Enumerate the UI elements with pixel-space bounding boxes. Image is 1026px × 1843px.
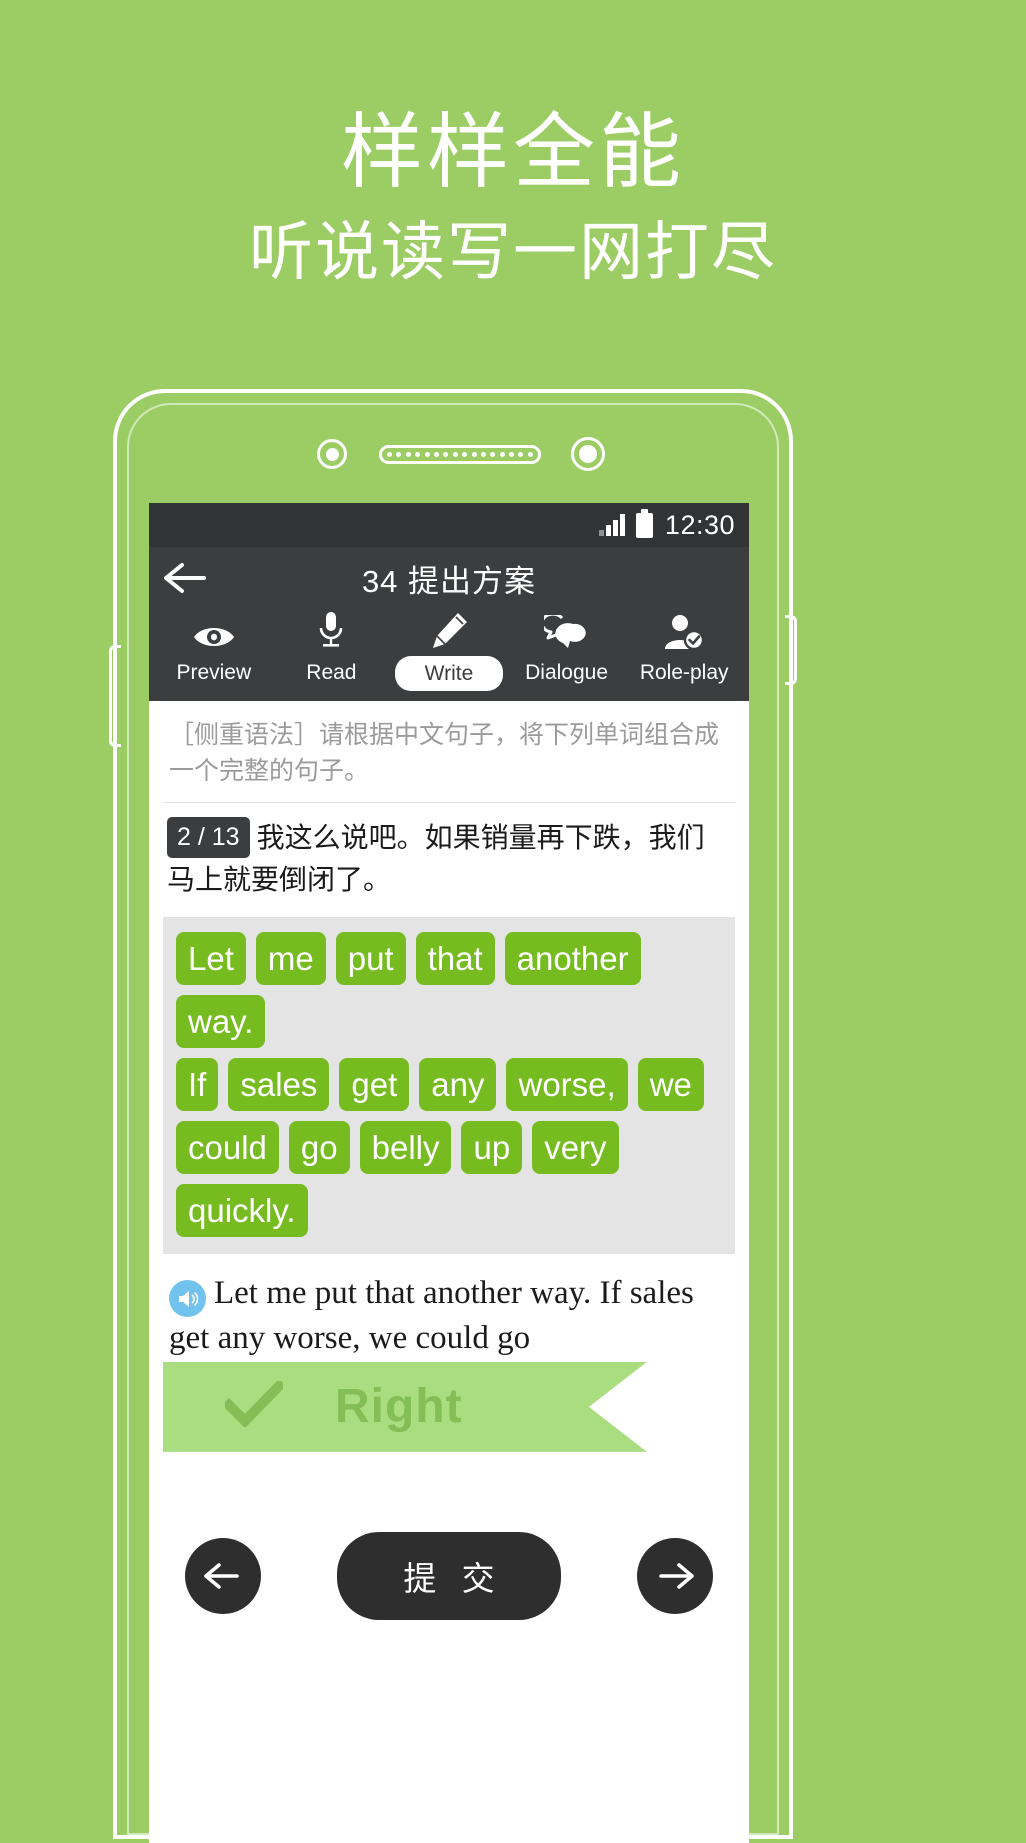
signal-bars-icon [598,514,625,536]
word-tile[interactable]: If [176,1057,219,1111]
word-tile-row: Let me put that another way. [171,927,727,1053]
word-tile[interactable]: very [532,1120,619,1174]
title-bar: 34 提出方案 [149,547,749,609]
status-bar-clock: 12:30 [664,509,735,540]
word-tile[interactable]: me [255,931,326,985]
word-tile[interactable]: that [415,931,495,985]
front-camera-icon [317,439,347,469]
word-tile[interactable]: quickly. [176,1183,308,1237]
question-index-badge: 2 / 13 [167,816,250,858]
word-tile[interactable]: get [339,1057,410,1111]
pencil-icon [429,609,469,651]
status-badge: Right [163,1361,647,1452]
mode-tabs: Preview Read Write Dialogue Role-play [149,609,749,701]
prev-question-button[interactable] [185,1537,261,1614]
back-arrow-icon[interactable] [163,556,207,600]
tab-write[interactable]: Write [390,609,508,691]
word-tile[interactable]: sales [228,1057,330,1111]
promo-title: 样样全能 [340,107,685,198]
word-tile[interactable]: put [335,931,406,985]
word-tile[interactable]: up [461,1120,523,1174]
question-row: 2 / 13 我这么说吧。如果销量再下跌，我们马上就要倒闭了。 [163,803,735,911]
tab-read-label: Read [306,661,357,684]
app-bar: 34 提出方案 Preview Read Write Dialogue Role… [149,547,749,701]
status-bar: 12:30 [149,503,749,547]
word-tile[interactable]: way. [176,994,266,1048]
exercise-content: ［侧重语法］请根据中文句子，将下列单词组合成一个完整的句子。 2 / 13 我这么… [149,701,749,1620]
tab-role-play-label: Role-play [639,661,729,684]
speaker-icon[interactable] [169,1280,206,1317]
instruction-text: ［侧重语法］请根据中文句子，将下列单词组合成一个完整的句子。 [163,701,735,803]
tab-dialogue[interactable]: Dialogue [508,609,626,691]
eye-icon [192,609,236,651]
word-tile[interactable]: belly [359,1120,452,1174]
tab-preview[interactable]: Preview [155,609,273,691]
check-icon [221,1379,287,1432]
promo-subtitle: 听说读写一网打尽 [249,216,777,288]
page-title: 34 提出方案 [361,563,537,599]
volume-button[interactable] [109,645,121,747]
arrow-left-icon [204,1563,239,1589]
tab-write-label: Write [394,656,504,691]
word-tile[interactable]: could [176,1120,279,1174]
tab-dialogue-label: Dialogue [525,661,609,684]
microphone-icon [318,609,344,651]
person-check-icon [663,609,705,651]
tab-role-play[interactable]: Role-play [625,609,743,691]
submit-button[interactable]: 提 交 [337,1531,561,1620]
phone-mockup: 12:30 34 提出方案 Preview Read Write Dialogu… [109,389,797,1843]
phone-screen: 12:30 34 提出方案 Preview Read Write Dialogu… [149,503,749,1843]
word-tile[interactable]: another [504,931,641,985]
power-button[interactable] [785,615,797,685]
tab-preview-label: Preview [176,661,252,684]
bottom-navigation-bar: 提 交 [163,1531,735,1620]
word-tile[interactable]: we [637,1057,704,1111]
word-tile-row: If sales get any worse, we [171,1053,727,1116]
word-tile[interactable]: any [419,1057,497,1111]
speech-bubbles-icon [543,609,590,651]
arrow-right-icon [659,1563,694,1589]
tab-read[interactable]: Read [273,609,391,691]
answer-text: Let me put that another way. If sales ge… [169,1274,694,1357]
proximity-sensor-icon [571,437,605,471]
battery-full-icon [635,508,653,538]
promo-header: 样样全能 听说读写一网打尽 [0,0,1026,288]
next-question-button[interactable] [636,1537,713,1614]
word-tile-row: could go belly up very quickly. [171,1116,727,1242]
word-tile-bank: Let me put that another way. If sales ge… [163,916,735,1254]
word-tile[interactable]: worse, [506,1057,628,1111]
earpiece-speaker-grille [379,445,541,464]
word-tile[interactable]: Let [176,931,246,985]
word-tile[interactable]: go [288,1120,350,1174]
result-banner-wrap: Right [163,1361,735,1466]
answer-sentence: Let me put that another way. If sales ge… [163,1254,735,1364]
result-label: Right [335,1380,463,1434]
